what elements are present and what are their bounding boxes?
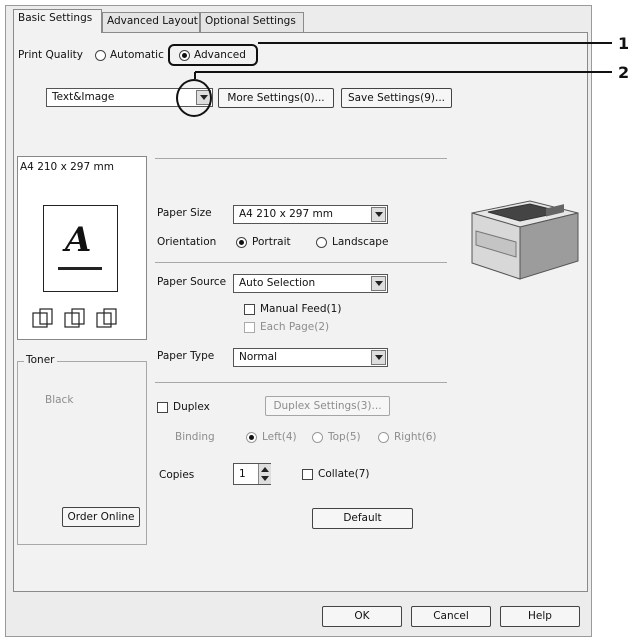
- duplex-checkbox[interactable]: [157, 402, 168, 413]
- output-trays-icon: [32, 308, 117, 328]
- binding-label: Binding: [175, 431, 215, 443]
- manual-feed-label[interactable]: Manual Feed(1): [260, 303, 341, 315]
- callout-number-1: 1: [618, 34, 630, 53]
- sample-letter: A: [65, 220, 92, 260]
- help-button[interactable]: Help: [500, 606, 580, 627]
- order-online-button[interactable]: Order Online: [62, 507, 140, 527]
- binding-left-radio[interactable]: [246, 432, 257, 443]
- collate-checkbox[interactable]: [302, 469, 313, 480]
- baseline-bar: [58, 267, 102, 270]
- paper-size-select[interactable]: A4 210 x 297 mm: [233, 205, 388, 224]
- toner-value: Black: [45, 394, 74, 406]
- chevron-down-icon[interactable]: [371, 350, 386, 365]
- tab-basic-settings[interactable]: Basic Settings: [13, 9, 102, 33]
- separator: [155, 382, 447, 383]
- binding-top-radio[interactable]: [312, 432, 323, 443]
- chevron-down-icon[interactable]: [261, 476, 269, 481]
- paper-source-label: Paper Source: [157, 276, 227, 288]
- manual-feed-checkbox[interactable]: [244, 304, 255, 315]
- each-page-checkbox[interactable]: [244, 322, 255, 333]
- default-button[interactable]: Default: [312, 508, 413, 529]
- cancel-button[interactable]: Cancel: [411, 606, 491, 627]
- callout-number-2: 2: [618, 63, 630, 82]
- separator: [155, 158, 447, 159]
- separator: [155, 262, 447, 263]
- chevron-up-icon[interactable]: [261, 467, 269, 472]
- orientation-label: Orientation: [157, 236, 217, 248]
- portrait-radio[interactable]: [236, 237, 247, 248]
- binding-left-label: Left(4): [262, 431, 297, 443]
- toner-group-label: Toner: [24, 354, 57, 366]
- duplex-label[interactable]: Duplex: [173, 401, 210, 413]
- landscape-radio[interactable]: [316, 237, 327, 248]
- each-page-label: Each Page(2): [260, 321, 330, 333]
- ok-button[interactable]: OK: [322, 606, 402, 627]
- collate-label[interactable]: Collate(7): [318, 468, 369, 480]
- copies-stepper[interactable]: [258, 464, 271, 484]
- paper-source-select[interactable]: Auto Selection: [233, 274, 388, 293]
- portrait-label[interactable]: Portrait: [252, 236, 291, 248]
- binding-top-label: Top(5): [328, 431, 361, 443]
- chevron-down-icon[interactable]: [371, 276, 386, 291]
- chevron-down-icon[interactable]: [371, 207, 386, 222]
- landscape-label[interactable]: Landscape: [332, 236, 388, 248]
- paper-type-select[interactable]: Normal: [233, 348, 388, 367]
- printer-icon: [471, 200, 579, 280]
- binding-right-label: Right(6): [394, 431, 437, 443]
- duplex-settings-button[interactable]: Duplex Settings(3)...: [265, 396, 390, 416]
- copies-label: Copies: [159, 469, 195, 481]
- preview-paper-label: A4 210 x 297 mm: [20, 161, 114, 173]
- binding-right-radio[interactable]: [378, 432, 389, 443]
- paper-size-label: Paper Size: [157, 207, 212, 219]
- paper-type-label: Paper Type: [157, 350, 215, 362]
